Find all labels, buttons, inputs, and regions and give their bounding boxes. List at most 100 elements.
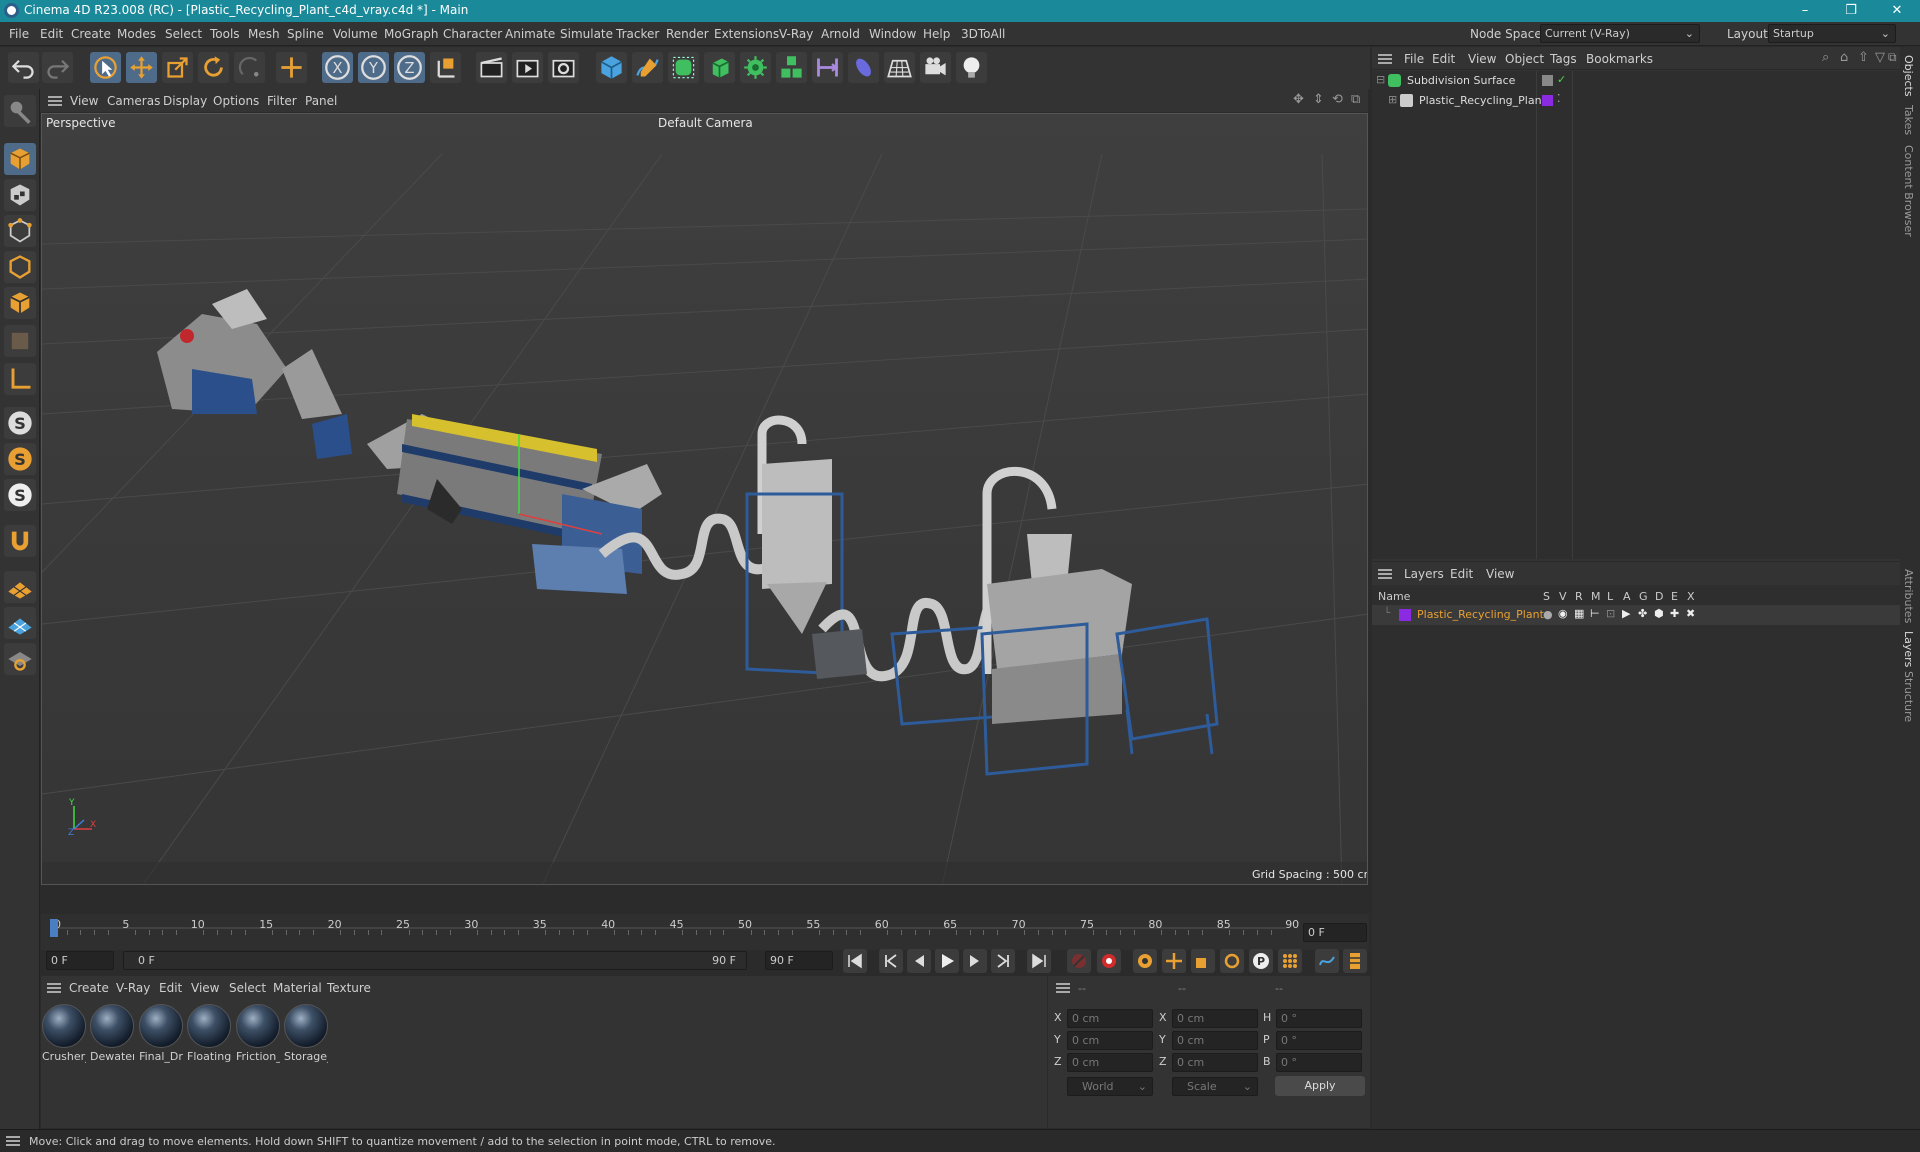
viewport-zoom-icon[interactable]: ⇕ — [1313, 92, 1324, 107]
menu-spline[interactable]: Spline — [287, 27, 324, 41]
object-menu-hamburger-icon[interactable] — [1378, 54, 1392, 64]
object-menu-tags[interactable]: Tags — [1550, 52, 1577, 66]
pos-y-field[interactable]: 0 cm — [1067, 1031, 1153, 1050]
current-frame-field[interactable]: 0 F — [1303, 923, 1367, 942]
coordinate-system-button[interactable] — [276, 52, 307, 83]
min-frame-field[interactable]: 0 F — [46, 951, 114, 970]
go-to-start-button[interactable] — [843, 949, 867, 973]
redo-button[interactable] — [42, 52, 73, 83]
material-swatch[interactable]: Dewater — [90, 1004, 134, 1064]
layer-column-header[interactable]: D — [1655, 590, 1663, 603]
viewport-maximize-icon[interactable]: ⧉ — [1351, 92, 1360, 107]
layer-solo-icon[interactable]: ● — [1543, 608, 1553, 621]
apply-button[interactable]: Apply — [1275, 1076, 1365, 1096]
undo-button[interactable] — [8, 52, 39, 83]
layer-column-header[interactable]: L — [1607, 590, 1613, 603]
material-menu-texture[interactable]: Texture — [327, 981, 371, 995]
menu-tracker[interactable]: Tracker — [616, 27, 659, 41]
rot-h-field[interactable]: 0 ° — [1276, 1009, 1362, 1028]
layer-row[interactable]: └ Plastic_Recycling_Plant ● ◉ ▦ ⊢ ⊡ ▶ ✤ … — [1372, 605, 1900, 625]
spline-pen-button[interactable] — [632, 52, 663, 83]
layer-expressions-icon[interactable]: ✚ — [1670, 607, 1679, 620]
layer-column-header[interactable]: S — [1543, 590, 1550, 603]
layer-column-header[interactable]: G — [1639, 590, 1648, 603]
material-menu-material[interactable]: Material — [273, 981, 322, 995]
menu-create[interactable]: Create — [71, 27, 111, 41]
layer-name[interactable]: Plastic_Recycling_Plant — [1417, 608, 1544, 621]
viewport-menu-filter[interactable]: Filter — [267, 94, 297, 108]
mograph-cubes-button[interactable] — [776, 52, 807, 83]
material-swatch[interactable]: Floating_ — [187, 1004, 231, 1064]
layer-xrefs-icon[interactable]: ✖ — [1686, 607, 1695, 620]
material-menu-vray[interactable]: V-Ray — [116, 981, 150, 995]
menu-tools[interactable]: Tools — [210, 27, 240, 41]
menu-file[interactable]: File — [9, 27, 29, 41]
menu-edit[interactable]: Edit — [40, 27, 63, 41]
viewport-menu-hamburger-icon[interactable] — [48, 96, 62, 106]
key-scale-button[interactable] — [1191, 949, 1215, 973]
edge-mode-button[interactable] — [4, 251, 36, 283]
deformer-button[interactable] — [812, 52, 843, 83]
model-mode-button[interactable] — [4, 143, 36, 175]
tab-content-browser[interactable]: Content Browser — [1902, 145, 1915, 237]
viewport-menu-display[interactable]: Display — [163, 94, 207, 108]
size-y-field[interactable]: 0 cm — [1172, 1031, 1258, 1050]
snap-button[interactable]: S — [4, 407, 36, 439]
layer-menu-hamburger-icon[interactable] — [1378, 569, 1392, 579]
next-key-button[interactable] — [991, 949, 1015, 973]
viewport-camera-label[interactable]: Default Camera — [658, 116, 753, 130]
layer-color-icon[interactable] — [1542, 95, 1553, 106]
3d-viewport[interactable]: Perspective Default Camera Y Z X Grid Sp… — [41, 113, 1368, 885]
render-view-button[interactable] — [476, 52, 507, 83]
keyframe-selection-button[interactable] — [1133, 949, 1157, 973]
viewport-menu-options[interactable]: Options — [213, 94, 259, 108]
move-tool-button[interactable] — [126, 52, 157, 83]
play-button[interactable] — [935, 949, 959, 973]
coordinate-space-dropdown[interactable]: World ⌄ — [1067, 1077, 1153, 1096]
transform-mode-dropdown[interactable]: Scale ⌄ — [1172, 1077, 1258, 1096]
search-icon[interactable]: ⌕ — [1822, 50, 1829, 65]
quantize-button[interactable]: S — [4, 443, 36, 475]
tab-takes[interactable]: Takes — [1902, 105, 1915, 135]
subdivision-surface-button[interactable] — [668, 52, 699, 83]
layer-generators-icon[interactable]: ✤ — [1638, 607, 1647, 620]
layer-column-header[interactable]: E — [1671, 590, 1678, 603]
playhead-marker[interactable] — [50, 919, 58, 937]
enable-axis-button[interactable] — [4, 363, 36, 395]
extrude-generator-button[interactable] — [704, 52, 735, 83]
object-menu-bookmarks[interactable]: Bookmarks — [1586, 52, 1653, 66]
timeline-motion-button[interactable] — [1315, 949, 1339, 973]
next-frame-button[interactable] — [963, 949, 987, 973]
polygon-mode-button[interactable] — [4, 287, 36, 319]
field-button[interactable] — [848, 52, 879, 83]
key-pla-button[interactable] — [1278, 949, 1302, 973]
layer-column-header[interactable]: X — [1687, 590, 1695, 603]
menu-vray[interactable]: V-Ray — [779, 27, 813, 41]
layer-color-swatch[interactable] — [1399, 609, 1411, 621]
previous-frame-button[interactable] — [907, 949, 931, 973]
expand-toggle-icon[interactable]: ⊞ — [1388, 93, 1397, 106]
arrow-up-icon[interactable]: ⇧ — [1858, 50, 1869, 65]
grid-plane-button[interactable] — [4, 607, 36, 639]
layer-deformers-icon[interactable]: ⬢ — [1654, 607, 1664, 620]
workplane-button[interactable] — [4, 571, 36, 603]
tree-row-plastic-recycling-plant[interactable]: ⊞ Plastic_Recycling_Plant ⁚ — [1372, 91, 1900, 111]
menu-arnold[interactable]: Arnold — [821, 27, 860, 41]
viewport-menu-view[interactable]: View — [70, 94, 98, 108]
layer-lock-icon[interactable]: ⊡ — [1606, 607, 1615, 620]
menu-simulate[interactable]: Simulate — [560, 27, 613, 41]
layer-menu-edit[interactable]: Edit — [1450, 567, 1473, 581]
menu-mograph[interactable]: MoGraph — [384, 27, 439, 41]
texture-mode-button[interactable] — [4, 179, 36, 211]
live-selection-button[interactable] — [90, 52, 121, 83]
timeline-window-button[interactable] — [1343, 949, 1367, 973]
material-menu-create[interactable]: Create — [69, 981, 109, 995]
node-space-dropdown[interactable]: Current (V-Ray) ⌄ — [1540, 24, 1700, 43]
pos-x-field[interactable]: 0 cm — [1067, 1009, 1153, 1028]
home-icon[interactable]: ⌂ — [1840, 50, 1848, 65]
z-axis-lock-button[interactable]: Z — [394, 52, 425, 83]
material-swatch[interactable]: Storage_ — [284, 1004, 328, 1064]
tab-attributes[interactable]: Attributes — [1902, 569, 1915, 623]
tab-layers[interactable]: Layers — [1902, 631, 1915, 667]
maximize-button[interactable]: ❐ — [1828, 0, 1874, 22]
